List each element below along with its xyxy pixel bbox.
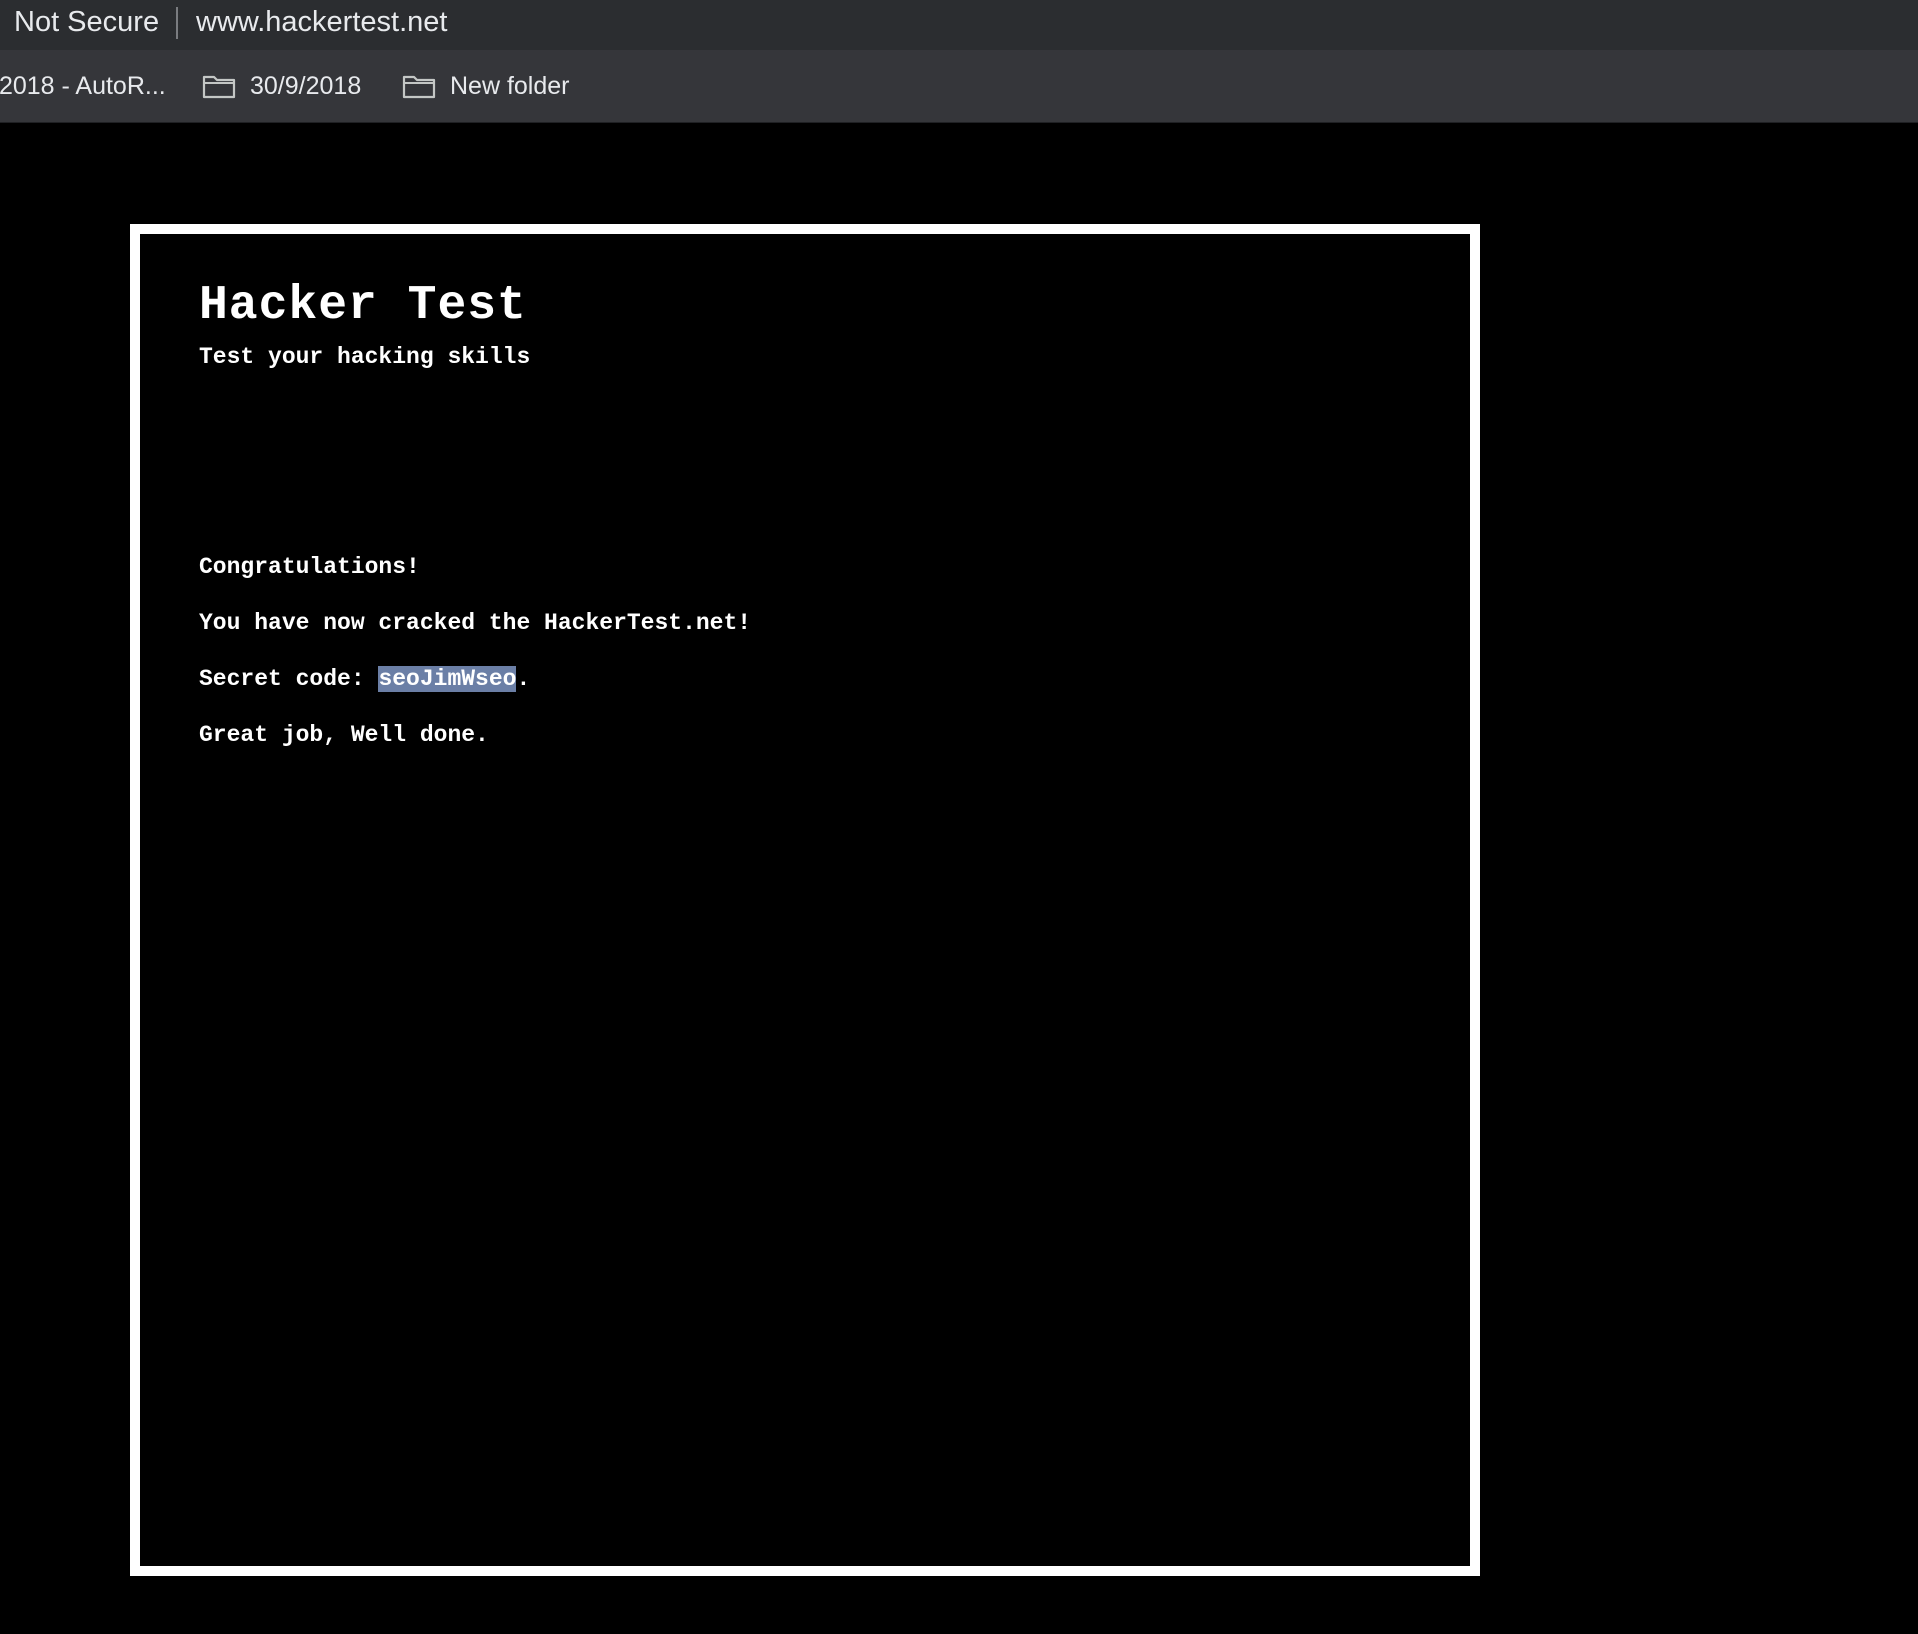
page-content: Hacker Test Test your hacking skills Con… — [0, 123, 1918, 1634]
bookmark-label: 30/9/2018 — [250, 71, 362, 100]
site-title: Hacker Test — [199, 279, 527, 333]
secret-code-suffix: . — [516, 666, 531, 692]
security-status-label[interactable]: Not Secure — [14, 6, 159, 38]
cracked-text: You have now cracked the HackerTest.net! — [199, 610, 752, 636]
secret-code-prefix: Secret code: — [199, 666, 379, 692]
secret-code-line: Secret code: seoJimWseo. — [199, 664, 530, 694]
url-divider — [176, 7, 178, 39]
content-frame: Hacker Test Test your hacking skills Con… — [130, 224, 1480, 1576]
bookmark-label: New folder — [450, 71, 570, 100]
url-text[interactable]: www.hackertest.net — [196, 6, 447, 38]
congratulations-text: Congratulations! — [199, 554, 420, 580]
folder-icon — [402, 75, 436, 99]
closing-text: Great job, Well done. — [199, 722, 489, 748]
bookmark-label: /2018 - AutoR... — [0, 71, 166, 100]
bookmark-item-autor[interactable]: /2018 - AutoR... — [0, 50, 166, 122]
bookmarks-bar: /2018 - AutoR... 30/9/2018 New folder — [0, 50, 1918, 123]
browser-address-bar[interactable]: Not Secure www.hackertest.net — [0, 0, 1918, 50]
bookmark-folder-new-folder[interactable]: New folder — [402, 50, 570, 122]
secret-code-value[interactable]: seoJimWseo — [378, 666, 517, 692]
site-subtitle: Test your hacking skills — [199, 344, 531, 370]
bookmark-folder-30-9-2018[interactable]: 30/9/2018 — [202, 50, 361, 122]
folder-icon — [202, 75, 236, 99]
